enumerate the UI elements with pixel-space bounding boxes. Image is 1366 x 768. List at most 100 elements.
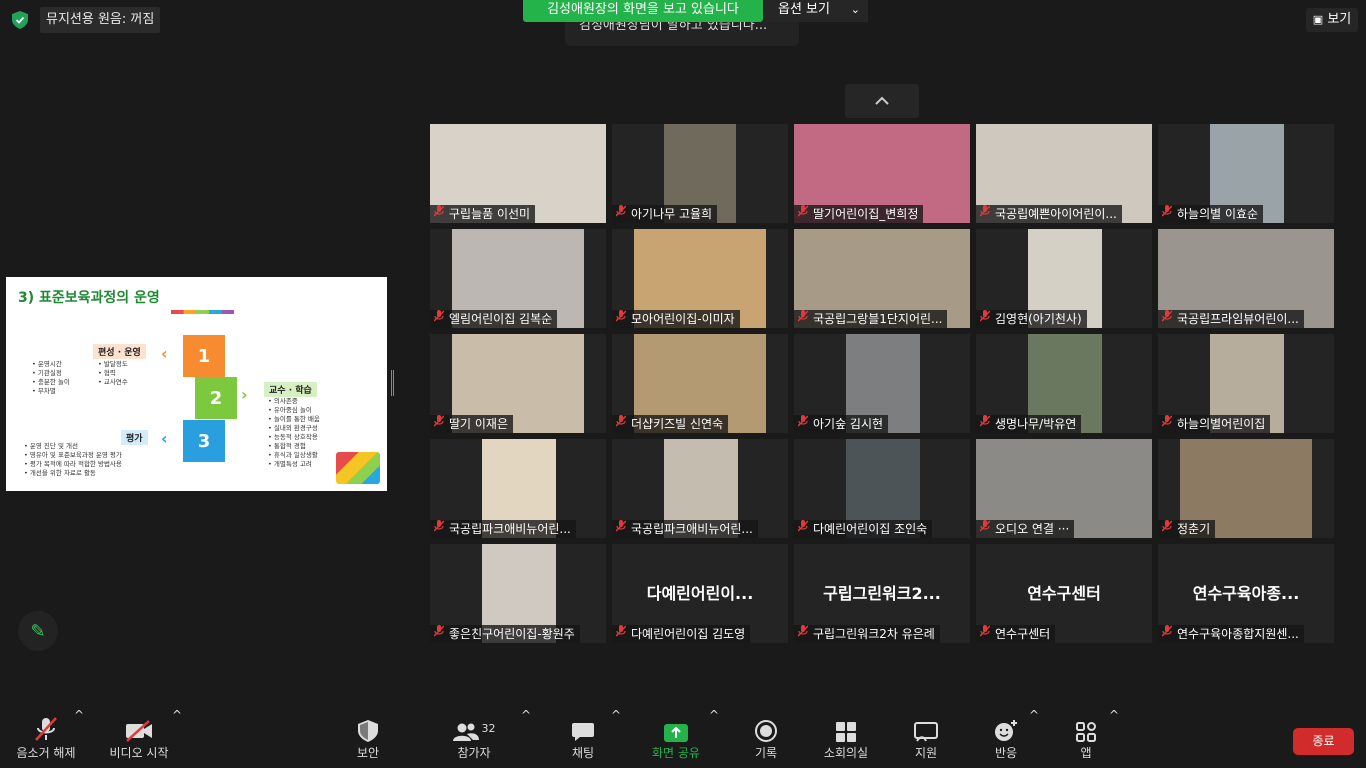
chevron-right-icon: › — [241, 385, 248, 404]
view-button[interactable]: ▣ 보기 — [1306, 8, 1358, 32]
participant-tile[interactable]: 구립그린워크2... 구립그린워크2차 유은례 — [794, 544, 970, 643]
participant-name-label: 국공립프라임뷰어린이... — [1158, 310, 1304, 328]
participant-tile[interactable]: 좋은친구어린이집-황원주 — [430, 544, 606, 643]
participant-tile[interactable]: 다예린어린이... 다예린어린이집 김도영 — [612, 544, 788, 643]
share-screen-label: 화면 공유 — [652, 746, 700, 760]
share-screen-button[interactable]: 화면 공유 — [646, 708, 706, 768]
participant-tile[interactable]: 국공립파크애비뉴어린... — [612, 439, 788, 538]
reactions-label: 반응 — [994, 746, 1018, 760]
start-video-button[interactable]: 비디오 시작 — [104, 708, 174, 768]
participant-name: 생명나무/박유연 — [995, 417, 1077, 431]
reactions-button[interactable]: 반응 — [986, 708, 1026, 768]
participant-name: 오디오 연결 ··· — [995, 522, 1070, 536]
chat-button[interactable]: 채팅 — [561, 708, 605, 768]
participant-name-label: 국공립파크애비뉴어린... — [612, 520, 758, 538]
mic-muted-icon — [797, 310, 809, 328]
participants-options-caret[interactable]: ^ — [521, 708, 531, 768]
view-button-label: 보기 — [1327, 12, 1352, 27]
share-options-caret[interactable]: ^ — [709, 708, 719, 768]
mic-muted-icon — [615, 205, 627, 223]
mic-muted-icon — [979, 310, 991, 328]
participant-tile[interactable]: 생명나무/박유연 — [976, 334, 1152, 433]
participant-name-label: 하늘의별 이효순 — [1158, 205, 1264, 223]
participant-tile[interactable]: 연수구센터 연수구센터 — [976, 544, 1152, 643]
participant-name: 하늘의별 이효순 — [1177, 207, 1259, 221]
slide-box-3: 3 — [183, 420, 225, 462]
reactions-options-caret[interactable]: ^ — [1029, 708, 1039, 768]
support-label: 지원 — [914, 746, 938, 760]
encryption-shield-icon[interactable] — [10, 10, 30, 30]
view-options-button[interactable]: 옵션 보기 ⌄ — [764, 0, 868, 22]
participant-tile[interactable]: 국공립예쁜아이어린이... — [976, 124, 1152, 223]
participants-button[interactable]: 32 참가자 — [446, 708, 502, 768]
end-meeting-button[interactable]: 종료 — [1293, 728, 1354, 755]
start-video-label: 비디오 시작 — [109, 746, 169, 760]
participant-name-label: 김영현(아기천사) — [976, 310, 1087, 328]
participant-name: 좋은친구어린이집-황원주 — [449, 627, 575, 641]
participant-tile[interactable]: 엘림어린이집 김복순 — [430, 229, 606, 328]
participant-name: 엘림어린이집 김복순 — [449, 312, 553, 326]
participant-name-label: 구립늘품 이선미 — [430, 205, 536, 223]
breakout-rooms-label: 소회의실 — [823, 746, 869, 760]
participant-name: 다예린어린이집 김도영 — [631, 627, 746, 641]
video-options-caret[interactable]: ^ — [172, 708, 182, 768]
participant-name: 아기숲 김시현 — [813, 417, 884, 431]
split-view-resize-handle[interactable] — [391, 370, 394, 396]
participant-tile[interactable]: 더샵키즈빌 신연숙 — [612, 334, 788, 433]
participant-name-label: 생명나무/박유연 — [976, 415, 1082, 433]
collapse-gallery-button[interactable] — [845, 84, 919, 118]
security-button[interactable]: 보안 — [343, 708, 393, 768]
slide-list-c: 의사존중유아중심 놀이놀이를 통한 배움실내외 환경구성 능동적 상호작용통합적… — [268, 397, 320, 469]
participant-name-label: 좋은친구어린이집-황원주 — [430, 625, 580, 643]
mic-muted-icon — [433, 625, 445, 643]
meeting-toolbar: 음소거 해제 ^ 비디오 시작 ^ 보안 32 참가자 ^ 채팅 ^ 화면 공유… — [0, 708, 1366, 768]
participant-name: 딸기어린이집_변희정 — [813, 207, 919, 221]
participant-tile[interactable]: 하늘의별 이효순 — [1158, 124, 1334, 223]
participant-tile[interactable]: 연수구육아종... 연수구육아종합지원센... — [1158, 544, 1334, 643]
participant-name-label: 딸기 이재은 — [430, 415, 514, 433]
participant-name-label: 아기나무 고율희 — [612, 205, 718, 223]
original-sound-status[interactable]: 뮤지션용 원음: 꺼짐 — [40, 7, 161, 33]
slide-label-evaluation: 평가 — [121, 430, 148, 445]
participant-tile[interactable]: 다예린어린이집 조인숙 — [794, 439, 970, 538]
participant-name: 더샵키즈빌 신연숙 — [631, 417, 724, 431]
participant-name: 국공립그랑블1단지어린... — [813, 312, 943, 326]
unmute-button[interactable]: 음소거 해제 — [10, 708, 82, 768]
record-button[interactable]: 기록 — [746, 708, 786, 768]
chat-options-caret[interactable]: ^ — [611, 708, 621, 768]
participant-tile[interactable]: 구립늘품 이선미 — [430, 124, 606, 223]
participant-tile[interactable]: 국공립그랑블1단지어린... — [794, 229, 970, 328]
mic-muted-icon — [979, 205, 991, 223]
security-label: 보안 — [356, 746, 380, 760]
apps-button[interactable]: 앱 — [1066, 708, 1106, 768]
participant-tile[interactable]: 하늘의별어린이집 — [1158, 334, 1334, 433]
participant-tile[interactable]: 오디오 연결 ··· — [976, 439, 1152, 538]
participants-count: 32 — [481, 722, 496, 735]
participant-name: 모아어린이집-이미자 — [631, 312, 735, 326]
participant-tile[interactable]: 모아어린이집-이미자 — [612, 229, 788, 328]
participant-tile[interactable]: 아기나무 고율희 — [612, 124, 788, 223]
participant-tile[interactable]: 아기숲 김시현 — [794, 334, 970, 433]
participant-tile[interactable]: 딸기 이재은 — [430, 334, 606, 433]
participant-tile[interactable]: 국공립프라임뷰어린이... — [1158, 229, 1334, 328]
shield-icon — [358, 720, 378, 742]
participant-tile[interactable]: 김영현(아기천사) — [976, 229, 1152, 328]
mic-muted-icon — [433, 415, 445, 433]
participant-tile[interactable]: 딸기어린이집_변희정 — [794, 124, 970, 223]
mic-muted-icon — [979, 520, 991, 538]
audio-options-caret[interactable]: ^ — [74, 708, 84, 768]
support-button[interactable]: 지원 — [904, 708, 948, 768]
annotate-pencil-button[interactable]: ✎ — [18, 611, 58, 651]
slide-label-teaching: 교수 · 학습 — [264, 382, 317, 397]
participant-tile[interactable]: 정춘기 — [1158, 439, 1334, 538]
slide-color-bar — [171, 310, 234, 314]
slide-box-1: 1 — [183, 335, 225, 377]
breakout-rooms-icon — [836, 722, 856, 742]
mic-muted-icon — [797, 520, 809, 538]
participant-name: 하늘의별어린이집 — [1177, 417, 1266, 431]
mic-muted-icon — [1161, 625, 1173, 643]
apps-options-caret[interactable]: ^ — [1109, 708, 1119, 768]
participant-tile[interactable]: 국공립파크애비뉴어린... — [430, 439, 606, 538]
participant-display-name: 다예린어린이... — [646, 584, 754, 603]
breakout-rooms-button[interactable]: 소회의실 — [818, 708, 874, 768]
